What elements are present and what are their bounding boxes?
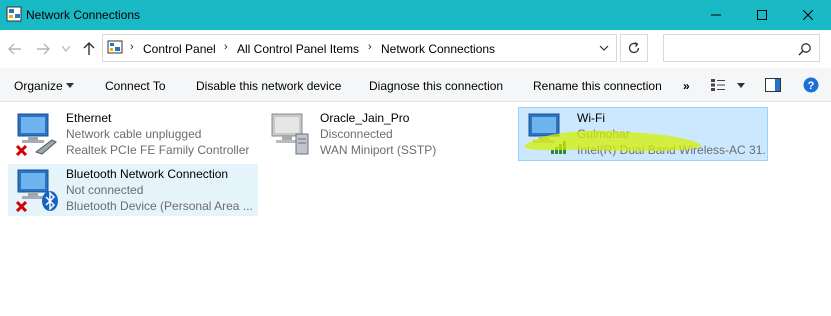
connection-status: Gulmohar xyxy=(577,127,630,141)
window-title: Network Connections xyxy=(26,8,141,22)
help-icon[interactable]: ? xyxy=(803,77,819,93)
minimize-icon xyxy=(711,14,721,16)
connection-item-wifi[interactable]: Wi-Fi Gulmohar Intel(R) Dual Band Wirele… xyxy=(518,107,768,161)
connection-device: WAN Miniport (SSTP) xyxy=(320,143,437,157)
command-bar: Organize Connect To Disable this network… xyxy=(0,68,831,102)
connection-item-bluetooth[interactable]: Bluetooth Network Connection Not connect… xyxy=(8,164,258,216)
connection-device: Realtek PCIe FE Family Controller xyxy=(66,143,250,157)
connection-item-oracle-jain-pro[interactable]: Oracle_Jain_Pro Disconnected WAN Minipor… xyxy=(262,108,512,160)
breadcrumb-control-panel[interactable]: Control Panel xyxy=(143,42,216,56)
minimize-button[interactable] xyxy=(693,0,739,30)
connection-status: Not connected xyxy=(66,183,144,197)
wifi-connected-icon xyxy=(528,113,566,154)
refresh-icon xyxy=(628,41,640,54)
connection-name: Bluetooth Network Connection xyxy=(66,167,229,181)
connect-to-button[interactable]: Connect To xyxy=(105,79,166,93)
preview-pane-icon[interactable] xyxy=(765,78,781,92)
up-button[interactable] xyxy=(80,40,98,58)
connection-item-ethernet[interactable]: Ethernet Network cable unplugged Realtek… xyxy=(8,108,258,160)
rename-button[interactable]: Rename this connection xyxy=(533,79,662,93)
control-panel-icon xyxy=(107,40,123,54)
network-connections-icon xyxy=(6,6,22,22)
connection-name: Ethernet xyxy=(66,111,112,125)
bluetooth-disconnected-icon xyxy=(15,169,58,212)
connection-name: Oracle_Jain_Pro xyxy=(320,111,410,125)
breadcrumb-separator[interactable]: › xyxy=(368,41,372,53)
breadcrumb-all-items[interactable]: All Control Panel Items xyxy=(237,42,359,56)
search-icon xyxy=(798,43,811,56)
back-button[interactable] xyxy=(6,40,24,58)
arrow-right-icon xyxy=(37,43,50,55)
ethernet-disconnected-icon xyxy=(15,113,57,156)
more-commands-button[interactable]: » xyxy=(683,79,690,93)
close-button[interactable] xyxy=(785,0,831,30)
connection-device: Bluetooth Device (Personal Area ... xyxy=(66,199,253,213)
title-bar: Network Connections xyxy=(0,0,831,30)
breadcrumb-separator[interactable]: › xyxy=(130,41,134,53)
change-view-icon[interactable] xyxy=(710,78,726,92)
forward-button[interactable] xyxy=(34,40,52,58)
organize-button[interactable]: Organize xyxy=(14,79,63,93)
breadcrumb-separator[interactable]: › xyxy=(224,41,228,53)
view-options-caret-icon[interactable] xyxy=(737,83,745,88)
address-row: › Control Panel › All Control Panel Item… xyxy=(0,30,831,68)
diagnose-button[interactable]: Diagnose this connection xyxy=(369,79,503,93)
address-dropdown-icon[interactable] xyxy=(598,42,610,54)
refresh-button[interactable] xyxy=(620,34,648,62)
disable-device-button[interactable]: Disable this network device xyxy=(196,79,341,93)
breadcrumb-network-connections[interactable]: Network Connections xyxy=(381,42,495,56)
close-icon xyxy=(803,10,813,20)
recent-locations-button[interactable] xyxy=(60,40,72,58)
svg-text:?: ? xyxy=(808,80,815,92)
connection-name: Wi-Fi xyxy=(577,111,605,125)
chevron-down-icon xyxy=(62,46,70,52)
maximize-button[interactable] xyxy=(739,0,785,30)
maximize-icon xyxy=(757,10,767,20)
arrow-up-icon xyxy=(83,42,95,55)
address-bar[interactable]: › Control Panel › All Control Panel Item… xyxy=(102,34,617,62)
search-input[interactable] xyxy=(663,34,820,62)
connection-status: Disconnected xyxy=(320,127,393,141)
organize-caret-icon[interactable] xyxy=(66,83,74,88)
connection-status: Network cable unplugged xyxy=(66,127,202,141)
vpn-icon xyxy=(271,113,309,155)
connection-device: Intel(R) Dual Band Wireless-AC 31... xyxy=(577,143,765,157)
arrow-left-icon xyxy=(8,43,21,55)
